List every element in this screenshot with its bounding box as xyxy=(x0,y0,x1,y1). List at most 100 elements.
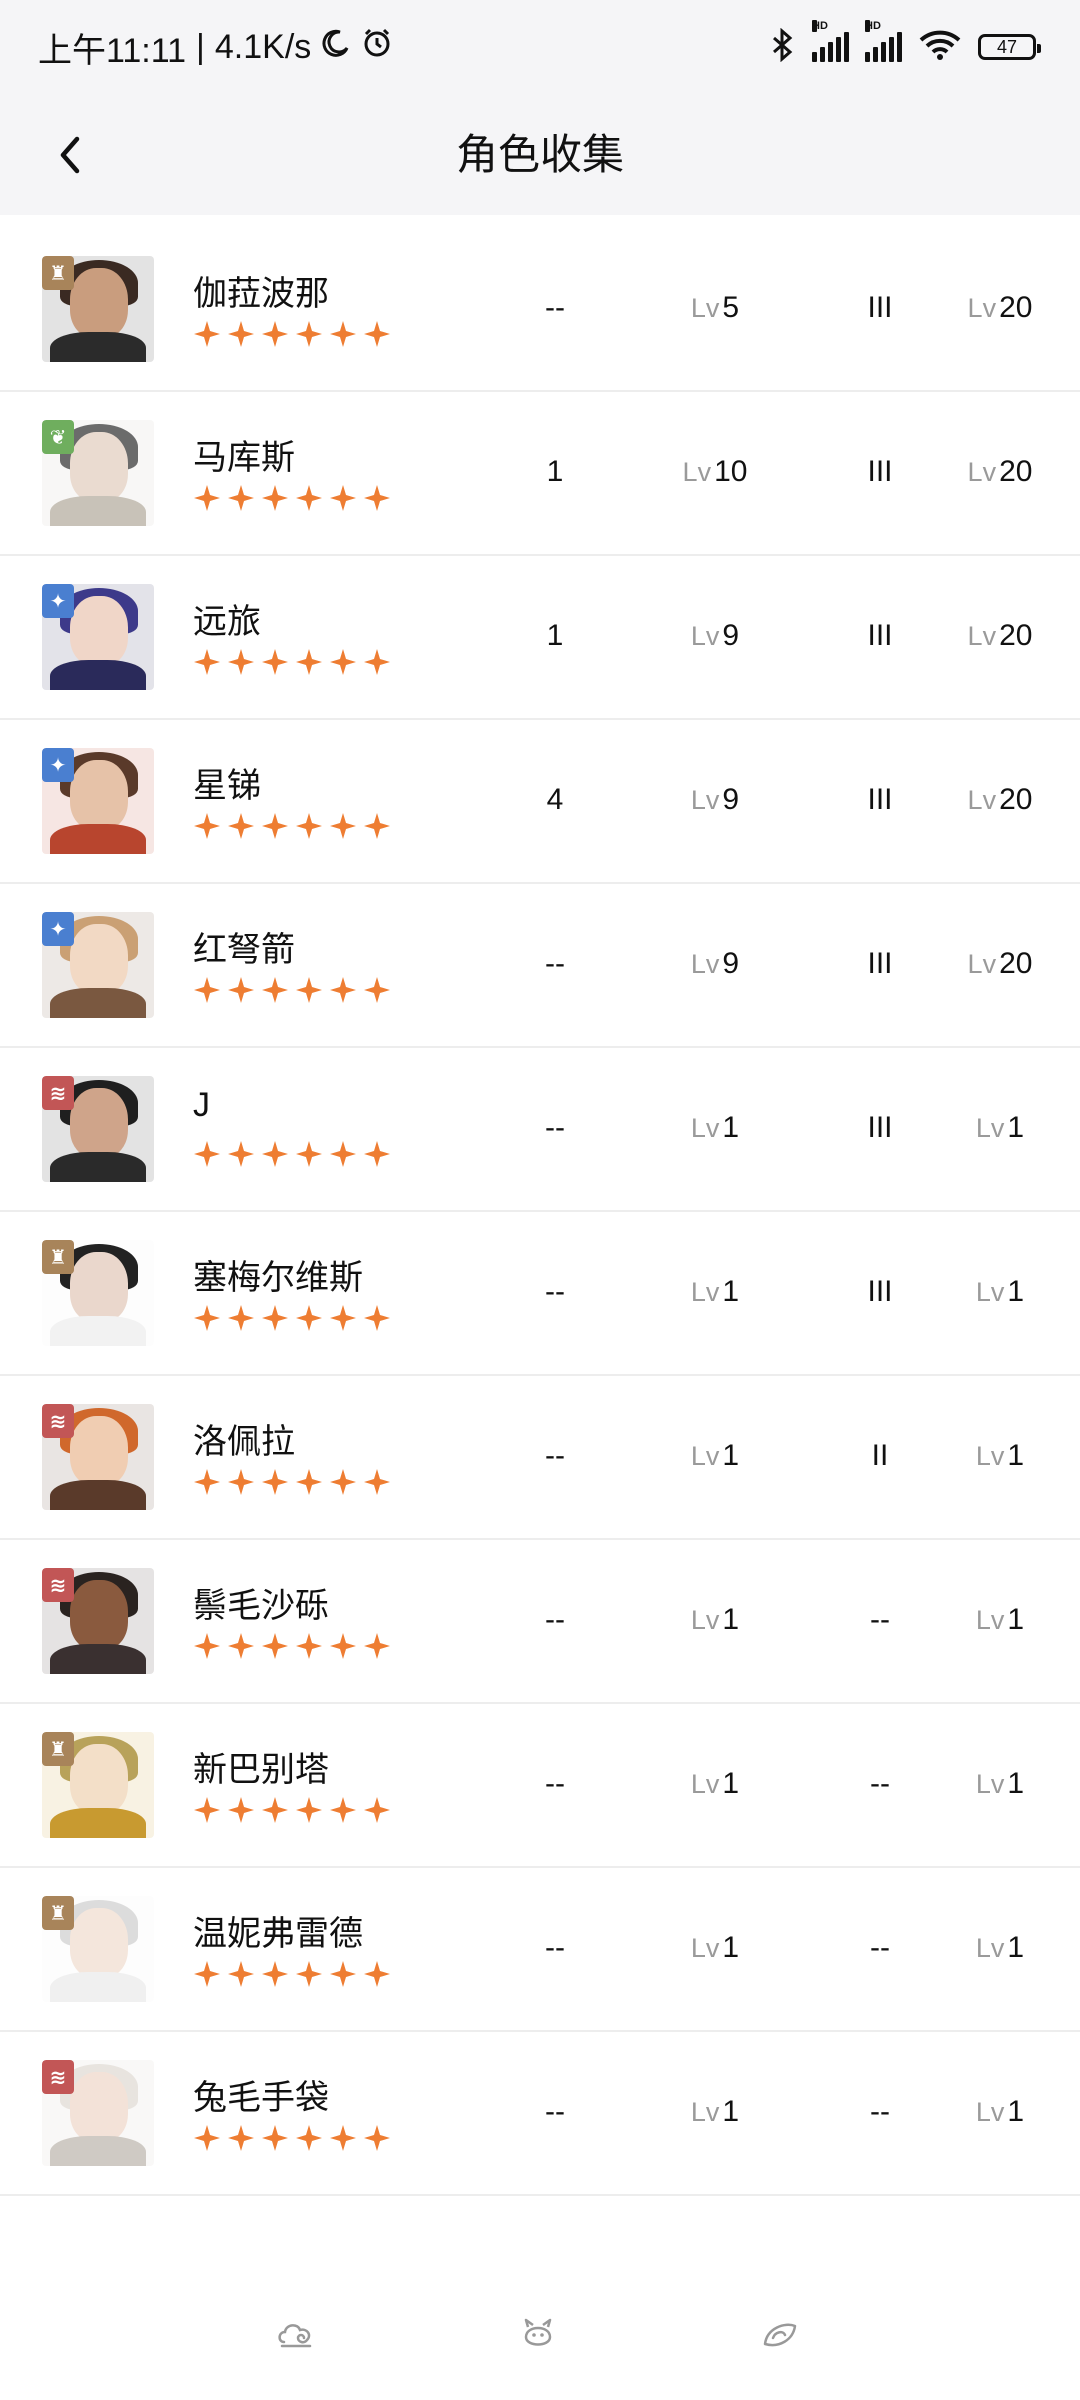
level-value: Lv 1 xyxy=(660,1262,770,1322)
skill-level-value: Lv 20 xyxy=(940,770,1060,830)
level-number: 1 xyxy=(722,2095,740,2128)
character-avatar: ≋ xyxy=(42,1404,154,1510)
battery-level: 47 xyxy=(996,36,1018,57)
top-area: 上午11:11 | 4.1K/s HD HD 47 角色收集 xyxy=(0,0,1080,215)
star-icon xyxy=(364,813,390,839)
character-name: 红弩箭 xyxy=(193,931,295,969)
skill-level-value: Lv 1 xyxy=(940,1098,1060,1158)
character-row[interactable]: ≋ 兔毛手袋 -- Lv 1 -- Lv 1 xyxy=(0,2032,1080,2196)
status-net-speed: 4.1K/s xyxy=(214,27,312,66)
level-value: Lv 1 xyxy=(660,2082,770,2142)
star-icon xyxy=(296,485,322,511)
lv-label: Lv xyxy=(975,1113,1005,1143)
star-icon xyxy=(296,1469,322,1495)
element-beast-icon: ♜ xyxy=(42,1896,74,1930)
stat-col-c: -- xyxy=(870,1603,890,1636)
level-number: 9 xyxy=(722,783,740,816)
star-icon xyxy=(228,649,254,675)
star-rating xyxy=(193,1468,391,1496)
character-row[interactable]: ≋ 鬃毛沙砾 -- Lv 1 -- Lv 1 xyxy=(0,1540,1080,1704)
star-icon xyxy=(330,1633,356,1659)
level-number: 1 xyxy=(722,1111,740,1144)
character-avatar: ♜ xyxy=(42,1240,154,1346)
lv-label: Lv xyxy=(967,621,997,651)
character-avatar: ≋ xyxy=(42,1076,154,1182)
character-name: 温妮弗雷德 xyxy=(193,1915,363,1953)
status-separator: | xyxy=(196,27,205,66)
character-row[interactable]: ✦ 远旅 1 Lv 9 III Lv 20 xyxy=(0,556,1080,720)
character-row[interactable]: ♜ 伽菈波那 -- Lv 5 III Lv 20 xyxy=(0,228,1080,392)
character-avatar: ≋ xyxy=(42,1568,154,1674)
star-icon xyxy=(228,485,254,511)
star-icon xyxy=(330,813,356,839)
star-rating xyxy=(193,1632,391,1660)
level-number: 1 xyxy=(722,1439,740,1472)
star-icon xyxy=(262,321,288,347)
skill-level-number: 20 xyxy=(999,947,1033,980)
stat-col-c: -- xyxy=(870,2095,890,2128)
star-icon xyxy=(228,321,254,347)
star-icon xyxy=(330,1797,356,1823)
star-icon xyxy=(262,1141,288,1167)
star-icon xyxy=(228,2125,254,2151)
lv-label: Lv xyxy=(690,1933,720,1963)
star-icon xyxy=(262,1633,288,1659)
character-row[interactable]: ♜ 新巴别塔 -- Lv 1 -- Lv 1 xyxy=(0,1704,1080,1868)
character-avatar: ♜ xyxy=(42,256,154,362)
skill-level-value: Lv 1 xyxy=(940,1590,1060,1650)
stat-col-c: III xyxy=(867,291,893,324)
star-icon xyxy=(262,2125,288,2151)
star-icon xyxy=(296,1305,322,1331)
character-row[interactable]: ❦ 马库斯 1 Lv 10 III Lv 20 xyxy=(0,392,1080,556)
star-icon xyxy=(194,321,220,347)
alarm-icon xyxy=(361,27,393,68)
character-avatar: ✦ xyxy=(42,748,154,854)
star-icon xyxy=(194,813,220,839)
star-icon xyxy=(296,2125,322,2151)
star-icon xyxy=(330,1469,356,1495)
status-time: 上午11:11 xyxy=(38,31,187,70)
leaf-swirl-icon[interactable] xyxy=(756,2310,804,2358)
star-icon xyxy=(330,1961,356,1987)
star-icon xyxy=(228,977,254,1003)
cloud-swirl-icon[interactable] xyxy=(272,2310,320,2358)
star-rating xyxy=(193,1304,391,1332)
skill-level-number: 20 xyxy=(999,619,1033,652)
element-passion-icon: ≋ xyxy=(42,1568,74,1602)
element-star-icon: ✦ xyxy=(42,584,74,618)
star-rating xyxy=(193,1960,391,1988)
moon-icon xyxy=(321,28,351,67)
stat-col-a: -- xyxy=(545,1439,565,1472)
stat-col-a: -- xyxy=(545,2095,565,2128)
character-row[interactable]: ✦ 星锑 4 Lv 9 III Lv 20 xyxy=(0,720,1080,884)
stat-col-c: -- xyxy=(870,1767,890,1800)
stat-col-c: III xyxy=(867,783,893,816)
stat-col-c: III xyxy=(867,455,893,488)
character-row[interactable]: ♜ 温妮弗雷德 -- Lv 1 -- Lv 1 xyxy=(0,1868,1080,2032)
star-icon xyxy=(364,1797,390,1823)
character-row[interactable]: ✦ 红弩箭 -- Lv 9 III Lv 20 xyxy=(0,884,1080,1048)
star-icon xyxy=(296,1141,322,1167)
lv-label: Lv xyxy=(967,457,997,487)
character-row[interactable]: ≋ 洛佩拉 -- Lv 1 II Lv 1 xyxy=(0,1376,1080,1540)
star-icon xyxy=(228,1797,254,1823)
star-icon xyxy=(296,321,322,347)
star-icon xyxy=(194,649,220,675)
level-number: 1 xyxy=(722,1767,740,1800)
character-row[interactable]: ♜ 塞梅尔维斯 -- Lv 1 III Lv 1 xyxy=(0,1212,1080,1376)
star-icon xyxy=(330,977,356,1003)
creature-icon[interactable] xyxy=(514,2310,562,2358)
character-name: 塞梅尔维斯 xyxy=(193,1259,363,1297)
character-avatar: ✦ xyxy=(42,912,154,1018)
level-number: 9 xyxy=(722,619,740,652)
star-icon xyxy=(262,1797,288,1823)
star-icon xyxy=(228,1469,254,1495)
stat-col-a: 1 xyxy=(546,619,564,652)
star-icon xyxy=(228,1305,254,1331)
stat-col-c: III xyxy=(867,1111,893,1144)
stat-col-c: II xyxy=(871,1439,889,1472)
skill-level-number: 20 xyxy=(999,291,1033,324)
lv-label: Lv xyxy=(975,1605,1005,1635)
character-row[interactable]: ≋ J -- Lv 1 III Lv 1 xyxy=(0,1048,1080,1212)
stat-col-a: 4 xyxy=(546,783,564,816)
